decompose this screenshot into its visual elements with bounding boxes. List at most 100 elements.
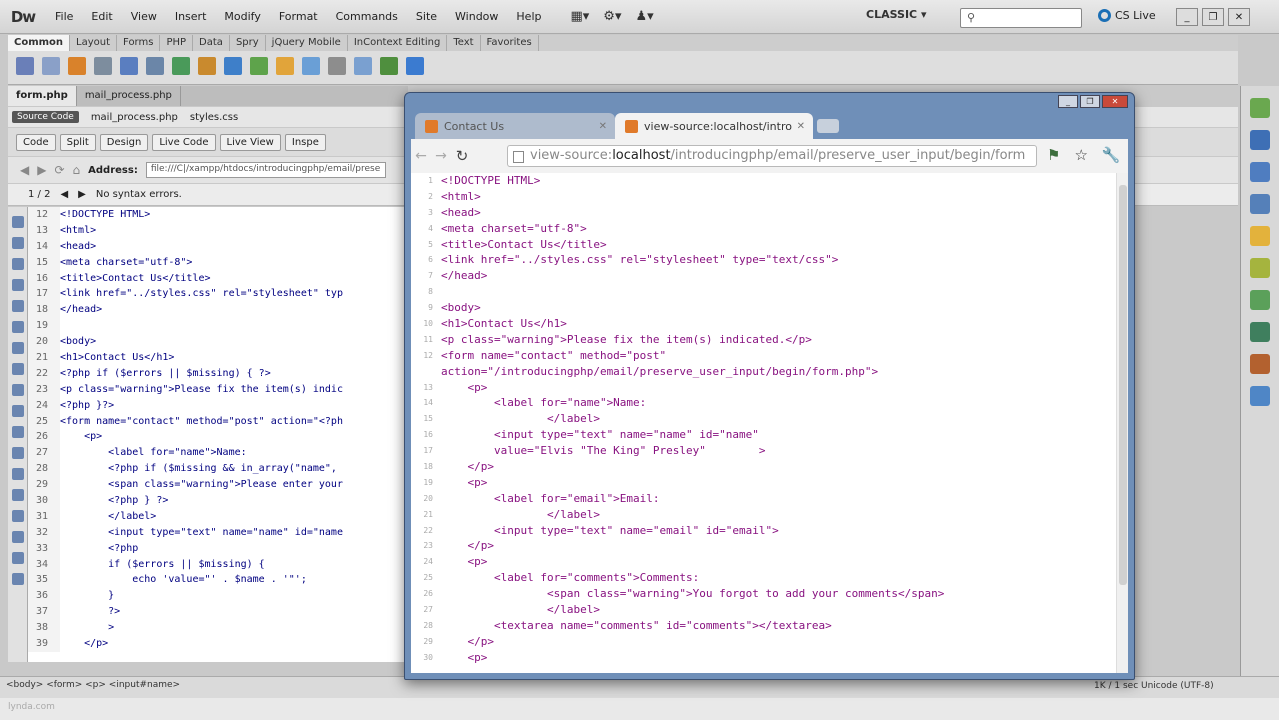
date-icon[interactable] [250, 57, 268, 75]
tag-chooser-icon[interactable] [406, 57, 424, 75]
help-search-input[interactable]: ⚲ [960, 8, 1082, 28]
gear-icon[interactable]: ⚙▾ [603, 9, 621, 24]
open-documents-icon[interactable] [11, 216, 24, 228]
menu-view[interactable]: View [122, 0, 166, 34]
omnibox[interactable]: view-source:localhost/introducingphp/ema… [507, 145, 1037, 167]
doc-tab-form-php[interactable]: form.php [8, 86, 77, 106]
reload-icon[interactable]: ↻ [451, 147, 473, 165]
balance-braces-icon[interactable] [11, 342, 24, 354]
insert-tab-layout[interactable]: Layout [70, 35, 118, 51]
forward-arrow-icon[interactable]: → [431, 148, 451, 164]
indent-code-icon[interactable] [11, 531, 24, 543]
forward-icon[interactable]: ▶ [37, 163, 46, 177]
syntax-error-alerts-icon[interactable] [11, 405, 24, 417]
select-parent-tag-icon[interactable] [11, 321, 24, 333]
insert-tab-data[interactable]: Data [193, 35, 230, 51]
minimize-icon[interactable]: _ [1058, 95, 1078, 108]
databases-icon[interactable] [1250, 322, 1270, 342]
wrench-icon[interactable]: 🔧 [1102, 146, 1121, 164]
remove-comment-icon[interactable] [11, 447, 24, 459]
line-numbers-icon[interactable] [11, 363, 24, 375]
restore-icon[interactable]: ❐ [1080, 95, 1100, 108]
live-view-button[interactable]: Live View [219, 133, 281, 151]
insert-tab-forms[interactable]: Forms [117, 35, 161, 51]
back-arrow-icon[interactable]: ← [411, 148, 431, 164]
comment-icon[interactable] [302, 57, 320, 75]
back-icon[interactable]: ◀ [20, 163, 29, 177]
wrap-tag-icon[interactable] [11, 468, 24, 480]
star-icon[interactable]: ☆ [1074, 146, 1087, 164]
insert-tab-jquery-mobile[interactable]: jQuery Mobile [266, 35, 348, 51]
extension-icon[interactable]: ♟▾ [635, 9, 653, 24]
browser-tab-view-source[interactable]: view-source:localhost/intro ✕ [615, 113, 813, 139]
show-code-navigator-icon[interactable] [11, 237, 24, 249]
workspace-switcher[interactable]: CLASSIC ▾ [866, 8, 946, 26]
prev-error-icon[interactable]: ◀ [60, 189, 68, 200]
inspect-button[interactable]: Inspe [284, 133, 326, 151]
related-file-mail-process[interactable]: mail_process.php [91, 112, 178, 123]
menu-help[interactable]: Help [507, 0, 550, 34]
related-file-source-code[interactable]: Source Code [12, 111, 79, 123]
table-icon[interactable] [120, 57, 138, 75]
ap-elements-icon[interactable] [1250, 162, 1270, 182]
snippets-icon[interactable] [1250, 290, 1270, 310]
insert-tab-text[interactable]: Text [447, 35, 481, 51]
insert-tab-common[interactable]: Common [8, 35, 71, 51]
insert-tab-incontext-editing[interactable]: InContext Editing [348, 35, 448, 51]
doc-tab-mail-process[interactable]: mail_process.php [77, 86, 181, 106]
code-editor[interactable]: 12 <!DOCTYPE HTML> 13 <html> 14 <head> 15 <meta… [28, 207, 408, 662]
expand-all-icon[interactable] [11, 300, 24, 312]
scrollbar-thumb[interactable] [1119, 185, 1127, 585]
split-view-button[interactable]: Split [59, 133, 96, 151]
files-icon[interactable] [1250, 194, 1270, 214]
minimize-icon[interactable]: _ [1176, 8, 1198, 26]
widget-icon[interactable] [224, 57, 242, 75]
tag-selector[interactable]: <body> <form> <p> <input#name> [6, 680, 180, 690]
address-input[interactable]: file:///C|/xampp/htdocs/introducingphp/e… [145, 162, 386, 178]
menu-site[interactable]: Site [407, 0, 446, 34]
collapse-selection-icon[interactable] [11, 279, 24, 291]
named-anchor-icon[interactable] [68, 57, 86, 75]
close-icon[interactable]: ✕ [1102, 95, 1128, 108]
insert-tab-php[interactable]: PHP [160, 35, 194, 51]
insert-tab-favorites[interactable]: Favorites [481, 35, 539, 51]
apply-comment-icon[interactable] [11, 426, 24, 438]
menu-window[interactable]: Window [446, 0, 507, 34]
menu-edit[interactable]: Edit [82, 0, 121, 34]
move-css-icon[interactable] [11, 510, 24, 522]
insert-tab-spry[interactable]: Spry [230, 35, 266, 51]
templates-icon[interactable] [380, 57, 398, 75]
css-styles-icon[interactable] [1250, 130, 1270, 150]
menu-commands[interactable]: Commands [327, 0, 407, 34]
behaviors-icon[interactable] [1250, 258, 1270, 278]
hyperlink-icon[interactable] [16, 57, 34, 75]
server-side-include-icon[interactable] [276, 57, 294, 75]
recent-snippets-icon[interactable] [11, 489, 24, 501]
script-icon[interactable] [354, 57, 372, 75]
menu-insert[interactable]: Insert [166, 0, 216, 34]
layout-icon[interactable]: ▦▾ [570, 9, 589, 24]
live-code-button[interactable]: Live Code [152, 133, 216, 151]
close-icon[interactable]: ✕ [1228, 8, 1250, 26]
outdent-code-icon[interactable] [11, 552, 24, 564]
close-tab-icon[interactable]: ✕ [599, 121, 607, 132]
related-file-styles[interactable]: styles.css [190, 112, 238, 123]
view-source-content[interactable]: 1 <!DOCTYPE HTML> 2 <html> 3 <head> 4 <meta cha… [411, 173, 1128, 673]
insert-div-icon[interactable] [146, 57, 164, 75]
vertical-scrollbar[interactable] [1116, 173, 1128, 673]
format-source-code-icon[interactable] [11, 573, 24, 585]
cs-live-button[interactable]: CS Live [1098, 9, 1156, 22]
highlight-invalid-code-icon[interactable] [11, 384, 24, 396]
menu-format[interactable]: Format [270, 0, 327, 34]
images-icon[interactable] [172, 57, 190, 75]
horizontal-rule-icon[interactable] [94, 57, 112, 75]
new-tab-button[interactable] [817, 119, 839, 133]
server-behaviors-icon[interactable] [1250, 386, 1270, 406]
head-icon[interactable] [328, 57, 346, 75]
design-view-button[interactable]: Design [99, 133, 149, 151]
home-icon[interactable]: ⌂ [73, 163, 81, 177]
restore-icon[interactable]: ❐ [1202, 8, 1224, 26]
collapse-tag-icon[interactable] [11, 258, 24, 270]
next-error-icon[interactable]: ▶ [78, 189, 86, 200]
close-tab-icon[interactable]: ✕ [797, 121, 805, 132]
